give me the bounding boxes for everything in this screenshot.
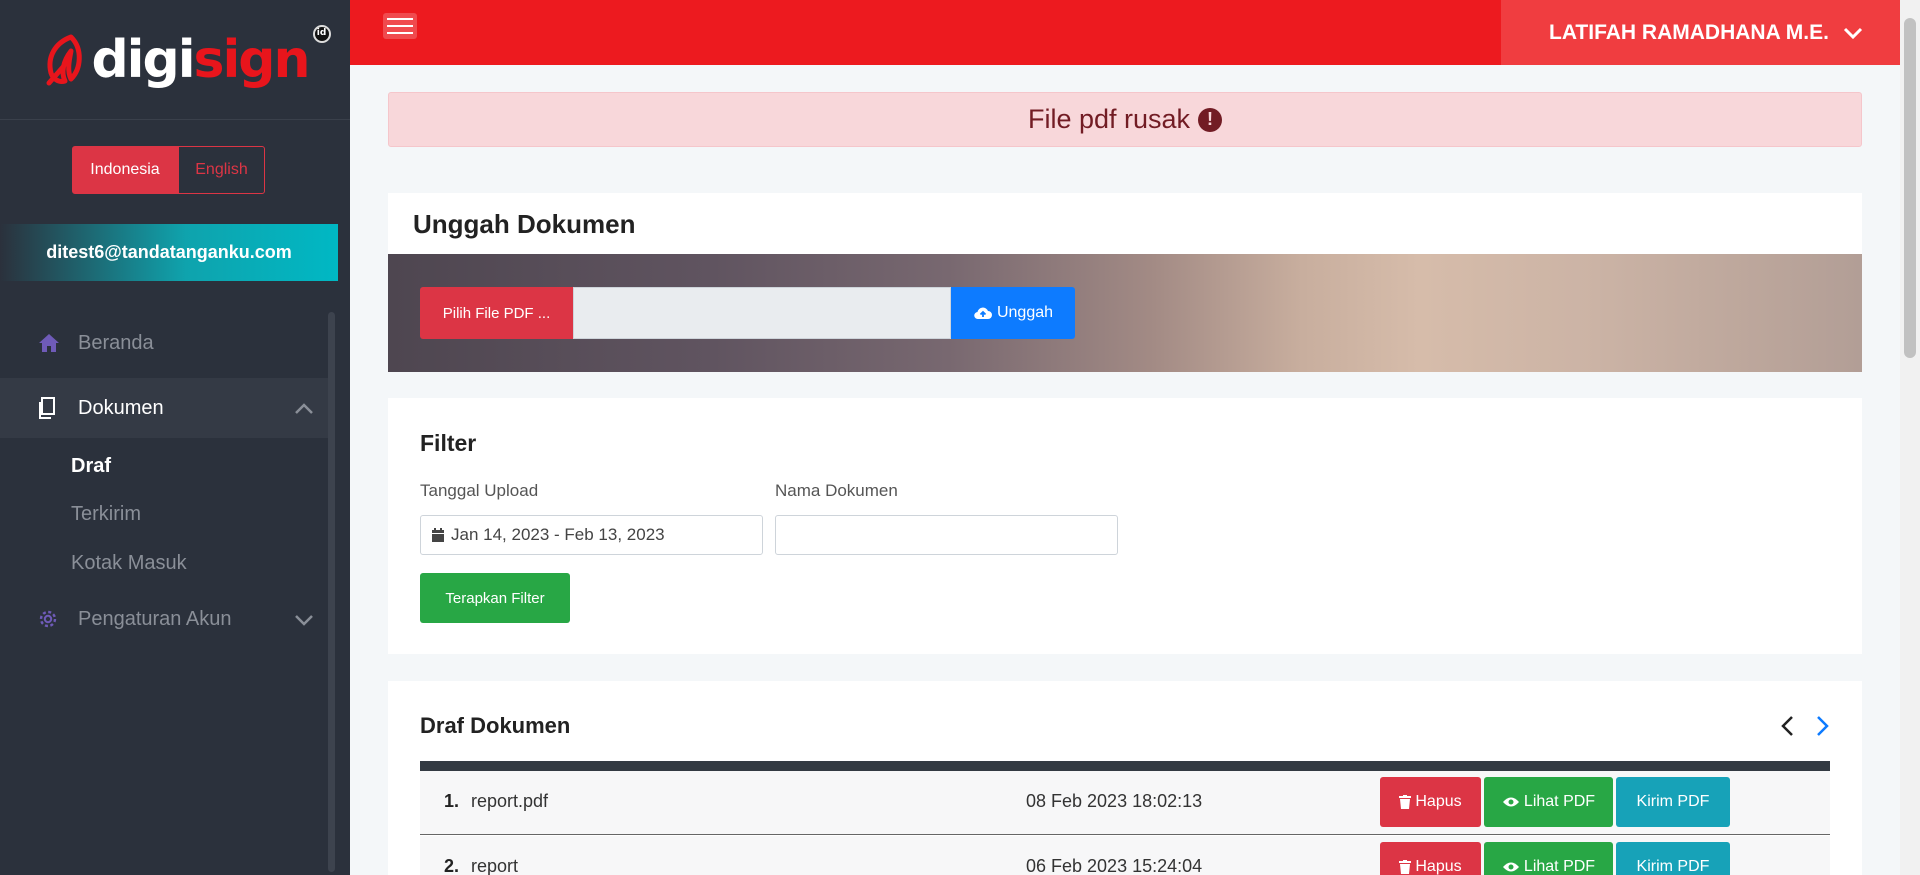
delete-button[interactable]: Hapus — [1380, 842, 1481, 875]
chevron-right-icon[interactable] — [1816, 715, 1830, 742]
user-menu[interactable]: LATIFAH RAMADHANA M.E. — [1501, 0, 1900, 65]
user-name: LATIFAH RAMADHANA M.E. — [1549, 20, 1829, 44]
chevron-up-icon — [294, 398, 314, 421]
sidebar-item-label: Pengaturan Akun — [78, 607, 232, 630]
trash-icon — [1399, 860, 1412, 874]
exclamation-circle-icon: ! — [1198, 107, 1223, 132]
filter-card: Filter Tanggal Upload Nama Dokumen Jan 1… — [388, 398, 1862, 654]
view-pdf-button[interactable]: Lihat PDF — [1484, 777, 1613, 827]
sidebar-item-beranda[interactable]: Beranda — [0, 313, 330, 373]
calendar-icon — [432, 528, 444, 542]
account-email: ditest6@tandatanganku.com — [0, 224, 338, 281]
home-icon — [38, 333, 64, 353]
view-pdf-label: Lihat PDF — [1523, 793, 1596, 810]
upload-card: Unggah Dokumen Pilih File PDF ... Unggah — [388, 193, 1862, 372]
send-pdf-button[interactable]: Kirim PDF — [1616, 842, 1730, 875]
date-range-input[interactable]: Jan 14, 2023 - Feb 13, 2023 — [420, 515, 763, 555]
sidebar-item-label: Dokumen — [78, 396, 164, 419]
row-number: 2. — [444, 856, 460, 875]
row-number: 1. — [444, 791, 460, 811]
sidebar-subitem-kotak-masuk[interactable]: Kotak Masuk — [71, 552, 187, 575]
document-name: report — [471, 856, 519, 875]
delete-button[interactable]: Hapus — [1380, 777, 1481, 827]
chevron-down-icon — [1843, 21, 1863, 45]
table-row: 1. report.pdf 08 Feb 2023 18:02:13 Hapus… — [420, 771, 1830, 835]
sidebar-subitem-terkirim[interactable]: Terkirim — [71, 503, 141, 526]
error-alert: File pdf rusak ! — [388, 92, 1862, 147]
row-actions: Hapus Lihat PDF Kirim PDF — [1380, 777, 1730, 827]
sidebar-item-pengaturan-akun[interactable]: Pengaturan Akun — [0, 589, 330, 649]
upload-button-label: Unggah — [996, 304, 1054, 321]
chevron-left-icon[interactable] — [1780, 715, 1794, 742]
draft-title: Draf Dokumen — [420, 713, 571, 738]
lang-indonesia-button[interactable]: Indonesia — [72, 146, 178, 194]
eye-icon — [1502, 862, 1519, 872]
send-pdf-button[interactable]: Kirim PDF — [1616, 777, 1730, 827]
gear-icon — [38, 609, 64, 629]
menu-toggle-icon[interactable] — [383, 13, 417, 39]
filter-title: Filter — [420, 430, 477, 456]
apply-filter-button[interactable]: Terapkan Filter — [420, 573, 570, 623]
logo-badge: id — [312, 24, 331, 43]
row-actions: Hapus Lihat PDF Kirim PDF — [1380, 842, 1730, 875]
delete-label: Hapus — [1415, 858, 1462, 875]
document-date: 08 Feb 2023 18:02:13 — [1026, 791, 1203, 811]
page-scrollbar[interactable] — [1900, 0, 1920, 875]
eye-icon — [1502, 797, 1519, 807]
alert-message: File pdf rusak — [1027, 104, 1191, 134]
topbar: LATIFAH RAMADHANA M.E. — [350, 0, 1900, 65]
cloud-upload-icon — [974, 307, 992, 320]
sidebar-subitem-draf[interactable]: Draf — [71, 455, 111, 478]
logo-text-sign: sign — [193, 29, 311, 90]
document-name: report.pdf — [471, 791, 549, 811]
sidebar-item-dokumen[interactable]: Dokumen — [0, 378, 330, 438]
draft-documents-card: Draf Dokumen 1. report.pdf 08 Feb 2023 1… — [388, 681, 1862, 875]
delete-label: Hapus — [1415, 793, 1462, 810]
chevron-down-icon — [294, 609, 314, 632]
sidebar-item-label: Beranda — [78, 331, 154, 354]
sidebar: digi sign id Indonesia English ditest6@ta… — [0, 0, 350, 875]
upload-date-label: Tanggal Upload — [420, 481, 539, 500]
date-range-value: Jan 14, 2023 - Feb 13, 2023 — [451, 525, 665, 544]
table-row: 2. report 06 Feb 2023 15:24:04 Hapus Lih… — [420, 836, 1830, 875]
scrollbar-thumb[interactable] — [1904, 18, 1916, 358]
lang-english-button[interactable]: English — [178, 146, 265, 194]
document-name-input[interactable] — [775, 515, 1118, 555]
trash-icon — [1399, 795, 1412, 809]
document-date: 06 Feb 2023 15:24:04 — [1026, 856, 1203, 875]
digisign-logo[interactable]: digi sign id — [41, 24, 331, 90]
view-pdf-label: Lihat PDF — [1523, 858, 1596, 875]
view-pdf-button[interactable]: Lihat PDF — [1484, 842, 1613, 875]
logo-area: digi sign id — [0, 0, 350, 120]
upload-title: Unggah Dokumen — [413, 209, 636, 239]
upload-banner: Pilih File PDF ... Unggah — [388, 254, 1862, 372]
choose-pdf-button[interactable]: Pilih File PDF ... — [420, 287, 573, 339]
upload-controls: Pilih File PDF ... Unggah — [420, 287, 1075, 339]
selected-file-field[interactable] — [573, 287, 951, 339]
feather-logo-icon — [46, 34, 83, 85]
logo-text-digi: digi — [91, 29, 195, 90]
language-switcher: Indonesia English — [72, 146, 265, 194]
document-icon — [38, 397, 64, 419]
document-name-label: Nama Dokumen — [775, 481, 898, 500]
sidebar-scrollbar[interactable] — [328, 312, 335, 872]
table-header — [420, 761, 1830, 771]
upload-button[interactable]: Unggah — [951, 287, 1075, 339]
